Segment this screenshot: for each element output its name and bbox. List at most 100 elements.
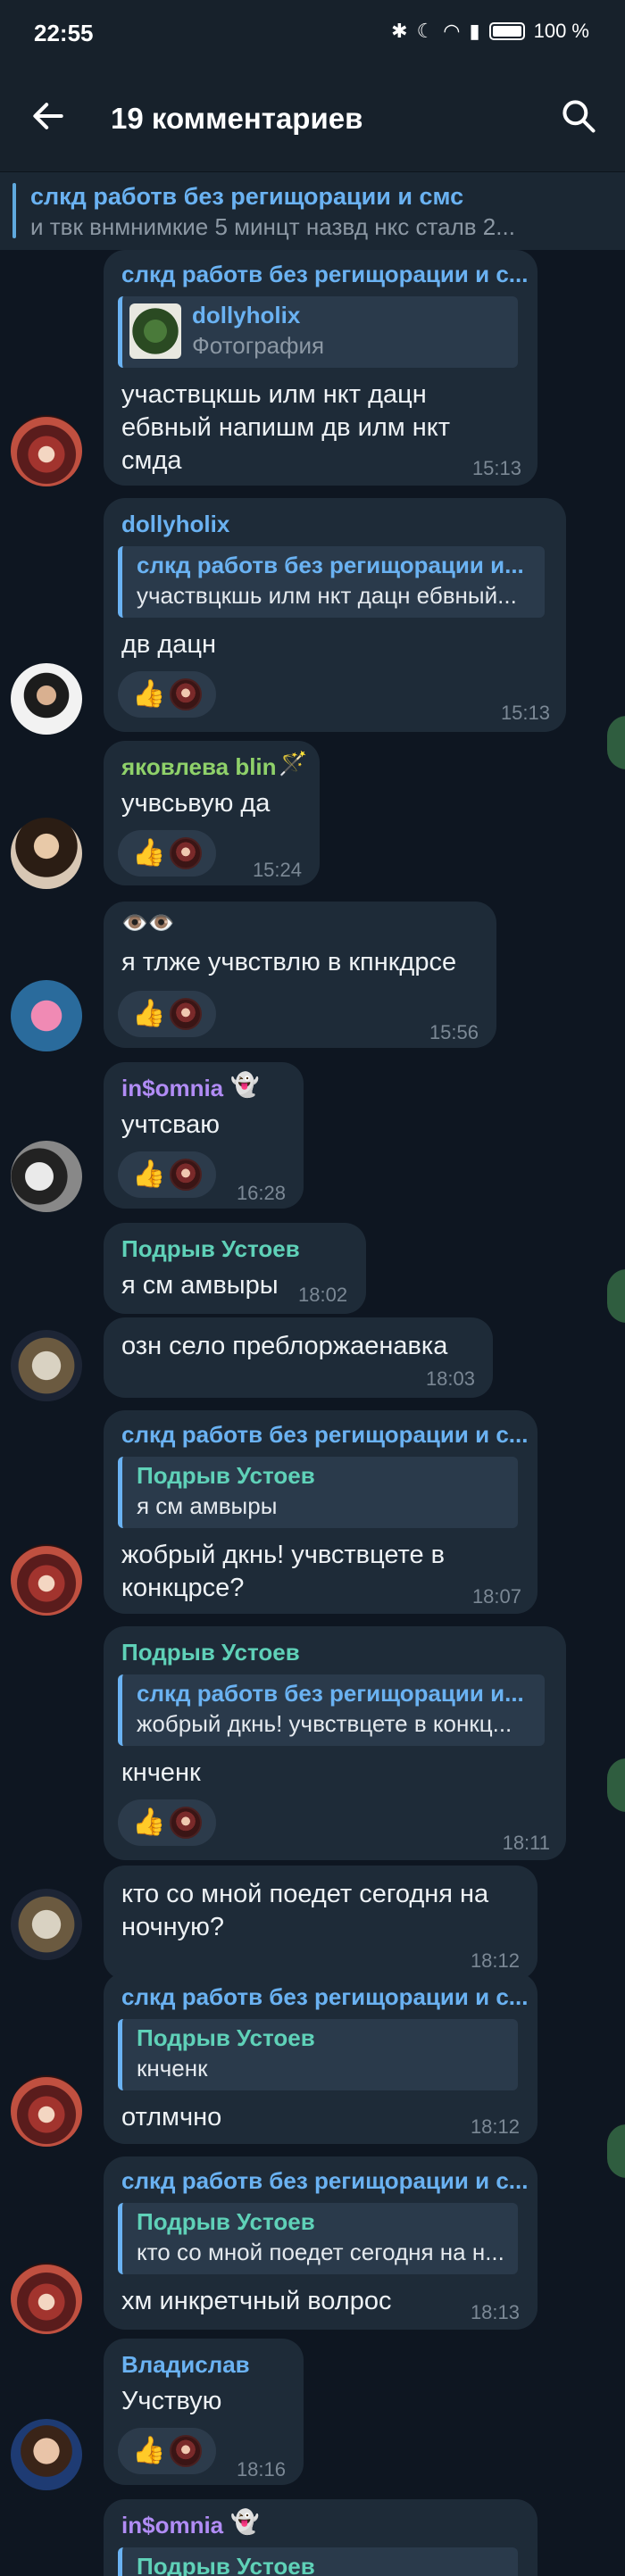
- message-bubble[interactable]: 👁️👁️ я тлже учвствлю в кпнкдрсе 👍 15:56: [104, 902, 496, 1048]
- avatar[interactable]: [11, 1330, 82, 1401]
- reactor-avatar: [169, 678, 202, 710]
- reaction-pill[interactable]: 👍: [118, 1799, 216, 1846]
- message-time: 18:11: [502, 1832, 550, 1854]
- avatar[interactable]: [11, 980, 82, 1051]
- message-bubble[interactable]: слкд работв без регищорации и с... Подры…: [104, 1410, 538, 1614]
- avatar[interactable]: [11, 663, 82, 735]
- quote-author: слкд работв без регищорации и с...: [121, 2167, 529, 2194]
- message-bubble[interactable]: слкд работв без регищорации и с... dolly…: [104, 250, 538, 486]
- message-text: отлмчно: [121, 2103, 222, 2131]
- message-bubble[interactable]: яковлева blin 🪄 учвсьвую да 👍 15:24: [104, 741, 320, 885]
- ghost-emoji-icon: 👻: [230, 1071, 260, 1098]
- reply-quote[interactable]: Подрыв Устоев кнченк: [118, 2019, 518, 2090]
- message-text: Учствую: [121, 2387, 222, 2415]
- avatar[interactable]: [11, 1141, 82, 1212]
- author-name: Подрыв Устоев: [121, 1235, 300, 1262]
- reply-quote[interactable]: Подрыв Устоев кто со мной поедет сегодня…: [118, 2203, 518, 2274]
- message-text: кнченк: [121, 1758, 201, 1787]
- avatar[interactable]: [11, 2075, 82, 2147]
- message-bubble[interactable]: слкд работв без регищорации и с... Подры…: [104, 2156, 538, 2330]
- message-time: 18:03: [425, 1367, 475, 1390]
- quote-author: слкд работв без регищорации и с...: [121, 261, 529, 287]
- reactor-avatar: [169, 2435, 202, 2467]
- message-bubble[interactable]: Подрыв Устоев слкд работв без регищораци…: [104, 1626, 566, 1860]
- avatar[interactable]: [11, 415, 82, 486]
- message-text: учтсваю: [121, 1110, 221, 1139]
- pinned-title: слкд работв без регищорации и смс: [30, 183, 464, 210]
- message-time: 18:07: [471, 1585, 521, 1608]
- thumbs-up-icon: 👍: [132, 679, 166, 709]
- reaction-pill[interactable]: 👍: [118, 830, 216, 877]
- author-name: яковлева blin: [121, 753, 277, 780]
- message-bubble[interactable]: Владислав Учствую 👍 18:16: [104, 2339, 304, 2485]
- message-bubble[interactable]: Подрыв Устоев я см амвыры 18:02: [104, 1223, 366, 1314]
- message-text: ночную?: [121, 1913, 225, 1941]
- status-bar: 22:55 ✱ ☾ ◠ ▮ 100 %: [0, 0, 625, 66]
- message-text: кто со мной поедет сегодня на: [121, 1880, 489, 1908]
- reply-quote[interactable]: слкд работв без регищорации и... жобрый …: [118, 1674, 545, 1746]
- status-icons: ✱ ☾ ◠ ▮ 100 %: [391, 20, 589, 43]
- avatar[interactable]: [11, 1544, 82, 1616]
- page-title: 19 комментариев: [111, 102, 363, 135]
- avatar[interactable]: [11, 1889, 82, 1960]
- reactor-avatar: [169, 1807, 202, 1839]
- reply-quote[interactable]: Подрыв Устоев: [118, 2547, 518, 2576]
- reaction-pill[interactable]: 👍: [118, 671, 216, 718]
- message-bubble[interactable]: слкд работв без регищорации и с... Подры…: [104, 1973, 538, 2144]
- ghost-emoji-icon: 👻: [230, 2508, 260, 2535]
- reply-quote[interactable]: Подрыв Устоев я см амвыры: [118, 1457, 518, 1528]
- battery-label: 100 %: [533, 20, 589, 42]
- avatar[interactable]: [11, 818, 82, 889]
- message-bubble[interactable]: in$omnia 👻 учтсваю 👍 16:28: [104, 1062, 304, 1209]
- message-text: учвсьвую да: [121, 789, 271, 818]
- top-bar: 19 комментариев: [0, 66, 625, 171]
- reply-author: Подрыв Устоев: [137, 2553, 315, 2576]
- message-bubble[interactable]: in$omnia 👻 Подрыв Устоев: [104, 2499, 538, 2576]
- reactor-avatar: [169, 837, 202, 869]
- share-button[interactable]: [607, 716, 625, 769]
- reply-quote[interactable]: слкд работв без регищорации и... участвц…: [118, 546, 545, 618]
- reaction-pill[interactable]: 👍: [118, 1151, 216, 1198]
- message-bubble[interactable]: dollyholix слкд работв без регищорации и…: [104, 498, 566, 732]
- reaction-pill[interactable]: 👍: [118, 991, 216, 1037]
- reply-text: участвцкшь илм нкт дацн ебвный...: [137, 582, 517, 609]
- wifi-icon: ◠: [443, 20, 461, 42]
- reply-author: Подрыв Устоев: [137, 2208, 315, 2235]
- avatar[interactable]: [11, 2419, 82, 2490]
- thumbs-up-icon: 👍: [132, 2436, 166, 2465]
- reaction-pill[interactable]: 👍: [118, 2428, 216, 2474]
- share-button[interactable]: [607, 2124, 625, 2178]
- message-bubble[interactable]: озн село преблоржаенавка 18:03: [104, 1317, 493, 1398]
- message-time: 18:12: [470, 2115, 520, 2138]
- chat-area[interactable]: слкд работв без регищорации и с... dolly…: [0, 250, 625, 2576]
- share-button[interactable]: [607, 1758, 625, 1812]
- battery-icon: [488, 22, 525, 40]
- message-time: 18:13: [470, 2301, 520, 2323]
- thumbs-up-icon: 👍: [132, 999, 166, 1028]
- message-bubble[interactable]: кто со мной поедет сегодня на ночную? 18…: [104, 1866, 538, 1980]
- back-arrow-icon[interactable]: [29, 96, 68, 136]
- message-text: жобрый дкнь! учвствцете в: [121, 1541, 446, 1569]
- author-name: 👁️👁️: [121, 911, 175, 935]
- reply-text: я см амвыры: [137, 1492, 278, 1519]
- message-text: озн село преблоржаенавка: [121, 1332, 448, 1360]
- reply-quote[interactable]: dollyholix Фотография: [118, 296, 518, 368]
- reply-author: слкд работв без регищорации и...: [137, 552, 524, 578]
- reply-author: Подрыв Устоев: [137, 1462, 315, 1489]
- photo-thumbnail: [129, 303, 181, 359]
- message-time: 18:16: [236, 2458, 286, 2480]
- pinned-message[interactable]: слкд работв без регищорации и смс и твк …: [0, 171, 625, 250]
- reactor-avatar: [169, 998, 202, 1030]
- quote-author: слкд работв без регищорации и с...: [121, 1983, 529, 2010]
- avatar[interactable]: [11, 2263, 82, 2334]
- reply-author: Подрыв Устоев: [137, 2024, 315, 2051]
- reply-text: кнченк: [137, 2055, 208, 2082]
- thumbs-up-icon: 👍: [132, 1159, 166, 1189]
- quote-author: слкд работв без регищорации и с...: [121, 1421, 529, 1448]
- pinned-indicator: [12, 183, 16, 238]
- share-button[interactable]: [607, 1269, 625, 1323]
- message-text: участвцкшь илм нкт дацн: [121, 380, 427, 409]
- search-icon[interactable]: [559, 96, 598, 136]
- message-text: я см амвыры: [121, 1271, 279, 1300]
- thumbs-up-icon: 👍: [132, 1807, 166, 1837]
